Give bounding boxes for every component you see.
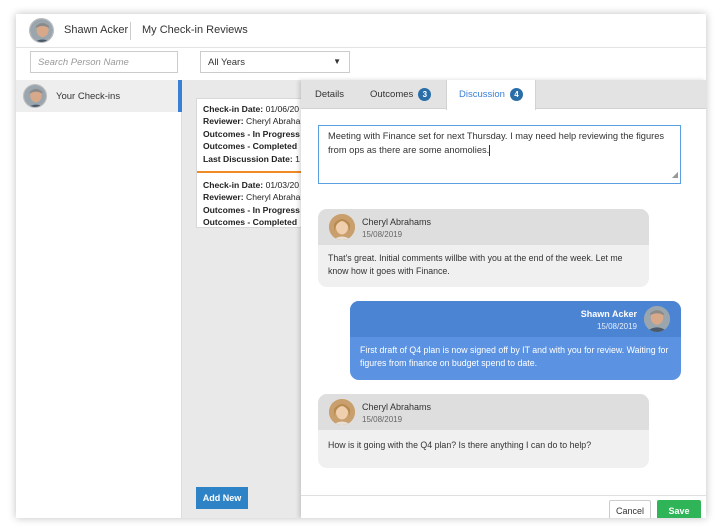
page-title: My Check-in Reviews [142, 24, 248, 36]
outcomes-in-progress-label: Outcomes - In Progress [203, 204, 300, 215]
message-bubble-outgoing: Shawn Acker 15/08/2019 First draft of Q4… [350, 301, 681, 380]
checkin-list: Check-in Date: 01/06/20 Reviewer: Cheryl… [196, 98, 306, 228]
message-bubble-incoming: Cheryl Abrahams 15/08/2019 That's great.… [318, 209, 649, 287]
count-badge: 4 [509, 87, 523, 101]
tab-bar: Details Outcomes 3 Discussion 4 [301, 80, 706, 110]
tab-outcomes[interactable]: Outcomes 3 [370, 80, 432, 109]
divider [130, 22, 131, 40]
message-author: Cheryl Abrahams [362, 217, 432, 227]
outcomes-in-progress-label: Outcomes - In Progress [203, 128, 300, 139]
reviewer-label: Reviewer: [203, 192, 244, 203]
message-input-text: Meeting with Finance set for next Thursd… [328, 131, 665, 155]
reviewer-value: Cheryl Abraha [246, 116, 301, 127]
resize-grip-icon[interactable]: ◢ [672, 168, 678, 182]
message-date: 15/08/2019 [362, 415, 403, 424]
reviewer-value: Cheryl Abraha [246, 192, 301, 203]
card-separator [197, 171, 305, 174]
tab-label: Discussion [459, 89, 505, 100]
person-avatar [23, 84, 47, 108]
tab-discussion[interactable]: Discussion 4 [446, 80, 536, 110]
sidebar-item-label: Your Check-ins [56, 91, 121, 102]
checkin-card[interactable]: Check-in Date: 01/06/20 Reviewer: Cheryl… [197, 99, 305, 169]
tab-label: Outcomes [370, 89, 414, 100]
tab-details[interactable]: Details [315, 80, 344, 109]
user-avatar[interactable] [29, 18, 54, 43]
message-text: That's great. Initial comments willbe wi… [328, 253, 623, 276]
message-header: Cheryl Abrahams 15/08/2019 [318, 209, 649, 245]
year-select[interactable]: All Years ▼ [200, 51, 350, 73]
last-discussion-label: Last Discussion Date: [203, 153, 293, 164]
checkin-card[interactable]: Check-in Date: 01/03/20 Reviewer: Cheryl… [197, 175, 305, 228]
checkin-date-value: 01/06/20 [265, 104, 300, 114]
outcomes-completed-label: Outcomes - Completed [203, 217, 298, 228]
message-bubble-incoming: Cheryl Abrahams 15/08/2019 How is it goi… [318, 394, 649, 468]
tab-label: Details [315, 89, 345, 100]
last-discussion-value: 1 [295, 153, 300, 164]
message-header: Cheryl Abrahams 15/08/2019 [318, 394, 649, 430]
reviewer-label: Reviewer: [203, 116, 244, 127]
save-button[interactable]: Save [657, 500, 701, 518]
search-input[interactable]: Search Person Name [30, 51, 178, 73]
top-bar: Shawn Acker My Check-in Reviews [16, 14, 706, 48]
checkin-date-label: Check-in Date: [203, 180, 264, 191]
user-name: Shawn Acker [64, 24, 129, 36]
author-avatar [329, 399, 355, 425]
message-date: 15/08/2019 [596, 322, 637, 331]
message-author: Shawn Acker [580, 309, 637, 319]
outcomes-completed-label: Outcomes - Completed [203, 141, 298, 152]
sidebar: Your Check-ins [16, 80, 182, 518]
add-new-button[interactable]: Add New [196, 487, 248, 509]
message-text: How is it going with the Q4 plan? Is the… [328, 440, 592, 450]
year-select-value: All Years [208, 57, 245, 68]
message-input[interactable]: Meeting with Finance set for next Thursd… [318, 125, 681, 184]
sidebar-item-your-checkins[interactable]: Your Check-ins [16, 80, 182, 112]
checkin-detail-panel: Details Outcomes 3 Discussion 4 Meeting wi… [301, 80, 706, 518]
app-window: Shawn Acker My Check-in Reviews Search P… [16, 14, 706, 518]
message-date: 15/08/2019 [362, 230, 403, 239]
message-text: First draft of Q4 plan is now signed off… [360, 345, 669, 368]
checkin-date-value: 01/03/20 [265, 180, 300, 191]
message-header: Shawn Acker 15/08/2019 [350, 301, 681, 337]
cancel-button[interactable]: Cancel [609, 500, 651, 518]
text-cursor [489, 144, 491, 156]
checkin-date-label: Check-in Date: [203, 104, 264, 114]
count-badge: 3 [418, 87, 432, 101]
message-author: Cheryl Abrahams [362, 402, 432, 412]
author-avatar [644, 306, 670, 332]
chevron-down-icon: ▼ [333, 57, 341, 66]
author-avatar [329, 214, 355, 240]
